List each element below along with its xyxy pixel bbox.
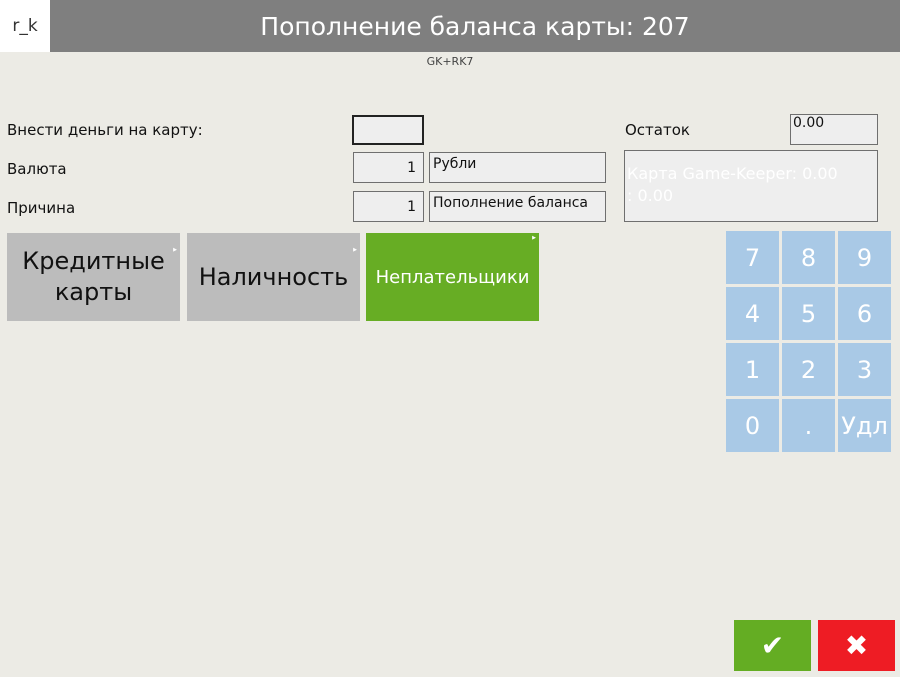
key-2[interactable]: 2 xyxy=(782,343,835,396)
card-info-panel: Карта Game-Keeper: 0.00 : 0.00 xyxy=(624,150,878,222)
reason-code-field[interactable]: 1 xyxy=(353,191,424,222)
currency-code-field[interactable]: 1 xyxy=(353,152,424,183)
balance-label: Остаток xyxy=(625,121,690,139)
corner-marker-icon: ▶ xyxy=(532,235,536,241)
currency-label: Валюта xyxy=(7,160,67,178)
key-3[interactable]: 3 xyxy=(838,343,891,396)
key-5[interactable]: 5 xyxy=(782,287,835,340)
balance-field: 0.00 xyxy=(790,114,878,145)
corner-marker-icon: ▶ xyxy=(353,247,357,253)
cancel-button[interactable]: ✖ xyxy=(818,620,895,671)
credit-cards-button[interactable]: Кредитные карты ▶ xyxy=(7,233,180,321)
corner-marker-icon: ▶ xyxy=(173,247,177,253)
key-dot[interactable]: . xyxy=(782,399,835,452)
currency-name-field[interactable]: Рубли xyxy=(429,152,606,183)
key-6[interactable]: 6 xyxy=(838,287,891,340)
key-1[interactable]: 1 xyxy=(726,343,779,396)
key-0[interactable]: 0 xyxy=(726,399,779,452)
credit-cards-label: Кредитные карты xyxy=(22,247,165,306)
ok-button[interactable]: ✔ xyxy=(734,620,811,671)
card-info-line-2: : 0.00 xyxy=(627,186,674,205)
cash-button[interactable]: Наличность ▶ xyxy=(187,233,360,321)
cash-label: Наличность xyxy=(198,262,349,291)
reason-name-field[interactable]: Пополнение баланса xyxy=(429,191,606,222)
card-info-line: Карта Game-Keeper: 0.00 xyxy=(627,164,838,183)
deposit-label: Внести деньги на карту: xyxy=(7,121,203,139)
page-title: Пополнение баланса карты: 207 xyxy=(260,11,690,41)
key-4[interactable]: 4 xyxy=(726,287,779,340)
deposit-amount-input[interactable] xyxy=(352,115,424,145)
reason-label: Причина xyxy=(7,199,76,217)
subtitle: GK+RK7 xyxy=(426,55,474,68)
key-8[interactable]: 8 xyxy=(782,231,835,284)
key-7[interactable]: 7 xyxy=(726,231,779,284)
non-payers-label: Неплательщики xyxy=(375,266,530,288)
app-logo: r_k xyxy=(0,0,50,52)
dialog-window: r_k Пополнение баланса карты: 207 GK+RK7… xyxy=(0,0,900,677)
key-9[interactable]: 9 xyxy=(838,231,891,284)
title-bar: r_k Пополнение баланса карты: 207 xyxy=(0,0,900,52)
close-icon: ✖ xyxy=(844,629,869,662)
check-icon: ✔ xyxy=(760,629,785,662)
non-payers-button[interactable]: Неплательщики ▶ xyxy=(366,233,539,321)
key-delete[interactable]: Удл xyxy=(838,399,891,452)
